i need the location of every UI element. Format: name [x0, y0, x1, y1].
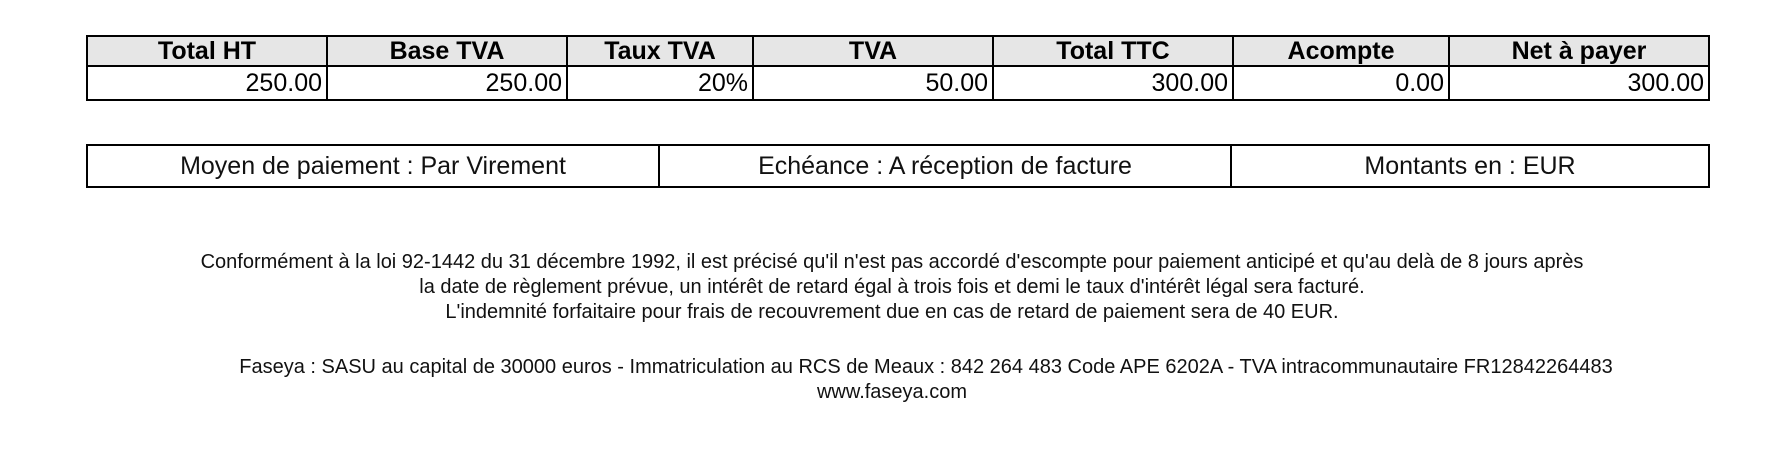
- header-total-ht: Total HT: [86, 35, 328, 67]
- company-footer: Faseya : SASU au capital de 30000 euros …: [0, 355, 1784, 405]
- header-net-a-payer: Net à payer: [1448, 35, 1710, 67]
- payment-terms-table: Moyen de paiement : Par Virement Echéanc…: [86, 144, 1710, 188]
- header-acompte: Acompte: [1232, 35, 1450, 67]
- due-date: Echéance : A réception de facture: [658, 144, 1232, 188]
- totals-header-row: Total HT Base TVA Taux TVA TVA Total TTC…: [86, 35, 1710, 67]
- value-total-ttc: 300.00: [992, 65, 1234, 101]
- legal-line-1: Conformément à la loi 92-1442 du 31 déce…: [200, 251, 1584, 273]
- payment-terms-row: Moyen de paiement : Par Virement Echéanc…: [86, 144, 1710, 188]
- currency: Montants en : EUR: [1230, 144, 1710, 188]
- company-website: www.faseya.com: [816, 381, 968, 403]
- value-net-a-payer: 300.00: [1448, 65, 1710, 101]
- legal-line-2: la date de règlement prévue, un intérêt …: [419, 276, 1365, 298]
- payment-method: Moyen de paiement : Par Virement: [86, 144, 660, 188]
- header-total-ttc: Total TTC: [992, 35, 1234, 67]
- legal-notice: Conformément à la loi 92-1442 du 31 déce…: [0, 250, 1784, 325]
- header-base-tva: Base TVA: [326, 35, 568, 67]
- value-acompte: 0.00: [1232, 65, 1450, 101]
- legal-line-3: L'indemnité forfaitaire pour frais de re…: [445, 301, 1339, 323]
- header-tva: TVA: [752, 35, 994, 67]
- value-taux-tva: 20%: [566, 65, 754, 101]
- company-info: Faseya : SASU au capital de 30000 euros …: [239, 356, 1613, 378]
- totals-value-row: 250.00 250.00 20% 50.00 300.00 0.00 300.…: [86, 65, 1710, 101]
- value-tva: 50.00: [752, 65, 994, 101]
- value-total-ht: 250.00: [86, 65, 328, 101]
- totals-table: Total HT Base TVA Taux TVA TVA Total TTC…: [86, 35, 1710, 101]
- header-taux-tva: Taux TVA: [566, 35, 754, 67]
- value-base-tva: 250.00: [326, 65, 568, 101]
